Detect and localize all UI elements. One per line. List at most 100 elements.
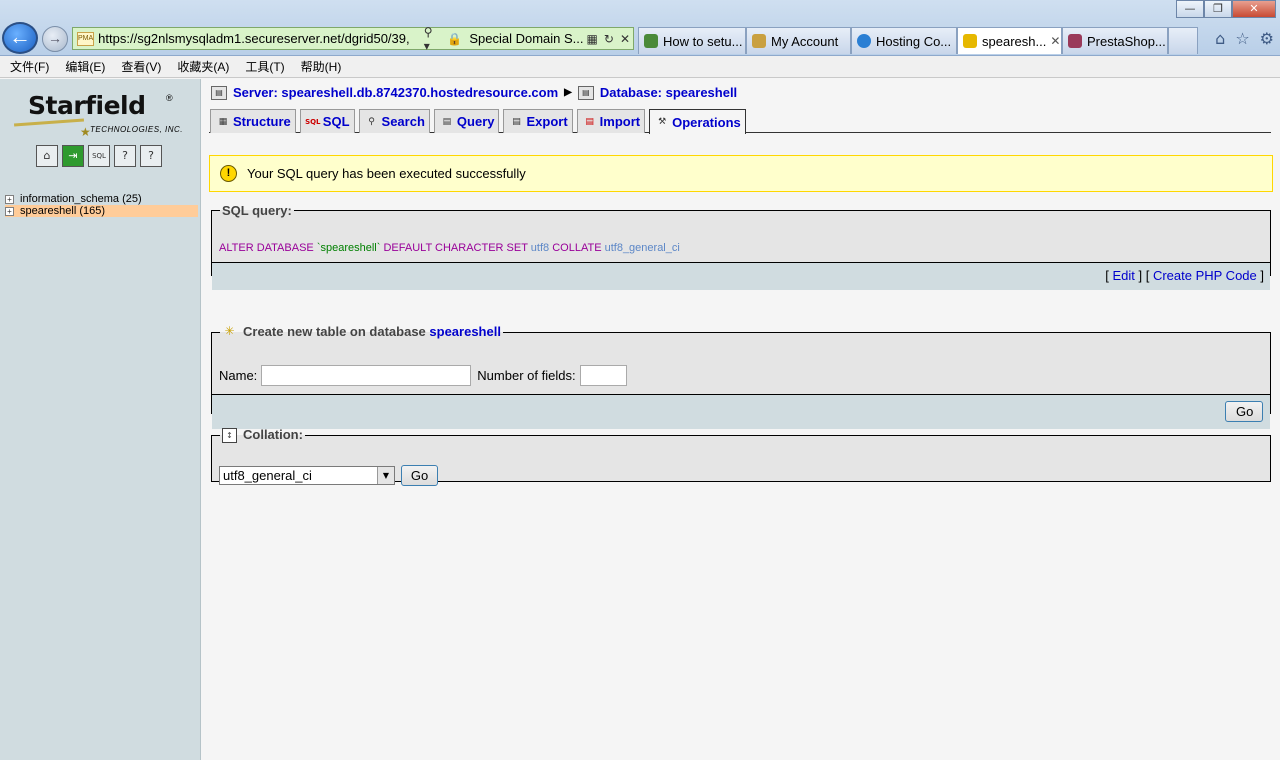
tab-structure[interactable]: ▦ Structure — [210, 109, 296, 133]
tab-label: PrestaShop... — [1087, 33, 1166, 49]
menu-help[interactable]: 帮助(H) — [301, 58, 342, 75]
database-list: + information_schema (25) + speareshell … — [5, 193, 198, 217]
collation-go-button[interactable]: Go — [401, 465, 438, 487]
database-label[interactable]: information_schema (25) — [20, 193, 142, 205]
tab-search[interactable]: ⚲ Search — [358, 109, 430, 133]
sql-query-legend: SQL query: — [222, 203, 292, 218]
expand-icon[interactable]: + — [5, 194, 14, 204]
page-icon — [644, 34, 658, 48]
main-content-frame: ▤ Server: speareshell.db.8742370.hostedr… — [201, 79, 1280, 760]
address-url[interactable]: https://sg2nlsmysqladm1.secureserver.net… — [98, 31, 421, 46]
close-tab-icon[interactable]: ✕ — [1050, 34, 1060, 48]
lock-icon[interactable]: 🔒 — [444, 32, 465, 46]
browser-tab-prestashop[interactable]: PrestaShop... — [1062, 27, 1168, 54]
home-icon[interactable]: ⌂ — [1215, 29, 1225, 48]
breadcrumb-database[interactable]: Database: speareshell — [600, 85, 737, 100]
fields-label: Number of fields: — [477, 368, 576, 384]
create-table-db-link[interactable]: speareshell — [429, 324, 501, 339]
number-of-fields-input[interactable] — [579, 365, 627, 387]
new-tab-button[interactable] — [1168, 27, 1198, 54]
tab-import[interactable]: ▤ Import — [576, 109, 646, 133]
tools-gear-icon[interactable]: ⚙ — [1260, 29, 1274, 48]
exit-icon[interactable]: ⇥ — [62, 145, 84, 167]
starfield-logo[interactable]: Starfield ® ★ TECHNOLOGIES, INC. — [13, 91, 184, 139]
tab-label: SQL — [322, 114, 350, 129]
collation-fieldset: ↕ Collation: utf8_general_ci ▼ Go — [211, 427, 1271, 487]
sql-query-actions: [ Edit ] [ Create PHP Code ] — [212, 262, 1270, 290]
address-bar[interactable]: PMA https://sg2nlsmysqladm1.secureserver… — [72, 25, 634, 53]
list-item[interactable]: + information_schema (25) — [5, 193, 198, 205]
nav-icon-row: ⌂ ⇥ SQL ? ? — [36, 145, 162, 167]
chevron-down-icon[interactable]: ▼ — [377, 467, 394, 485]
stop-icon[interactable]: ✕ — [617, 32, 633, 46]
menu-edit[interactable]: 编辑(E) — [65, 58, 105, 75]
breadcrumb-server[interactable]: Server: speareshell.db.8742370.hostedres… — [233, 85, 558, 100]
create-table-fieldset: ✳ Create new table on database speareshel… — [211, 324, 1271, 430]
restore-button[interactable]: ❐ — [1204, 0, 1232, 18]
notice-text: Your SQL query has been executed success… — [247, 166, 526, 181]
docs-icon[interactable]: ? — [140, 145, 162, 167]
logo-subtitle: TECHNOLOGIES, INC. — [90, 125, 184, 134]
security-site-label[interactable]: Special Domain S... — [465, 31, 583, 46]
browser-tab-how-to[interactable]: How to setu... — [638, 27, 746, 54]
list-item[interactable]: + speareshell (165) — [5, 205, 198, 217]
refresh-icon[interactable]: ↻ — [601, 32, 617, 46]
menu-view[interactable]: 查看(V) — [121, 58, 161, 75]
sql-keyword: COLLATE — [552, 242, 602, 254]
import-icon: ▤ — [585, 116, 594, 127]
forward-button[interactable]: → — [42, 26, 68, 52]
tab-operations[interactable]: ⚒ Operations — [649, 109, 746, 134]
menu-favorites[interactable]: 收藏夹(A) — [177, 58, 229, 75]
browser-tabs: How to setu... My Account Hosting Co... … — [638, 27, 1198, 54]
structure-icon: ▦ — [218, 116, 228, 127]
browser-tab-hosting[interactable]: Hosting Co... — [851, 27, 957, 54]
home-icon[interactable]: ⌂ — [36, 145, 58, 167]
query-docs-icon[interactable]: ? — [114, 145, 136, 167]
page-icon — [752, 34, 766, 48]
tab-label: How to setu... — [663, 33, 743, 49]
tab-query[interactable]: ▤ Query — [433, 109, 500, 133]
name-label: Name: — [219, 368, 258, 384]
minimize-button[interactable]: — — [1176, 0, 1204, 18]
expand-icon[interactable]: + — [5, 206, 14, 216]
tab-label: Operations — [672, 114, 741, 130]
browser-tab-my-account[interactable]: My Account — [746, 27, 851, 54]
sql-query-text: ALTER DATABASE `speareshell` DEFAULT CHA… — [219, 242, 680, 254]
sql-window-icon[interactable]: SQL — [88, 145, 110, 167]
menu-tools[interactable]: 工具(T) — [245, 58, 284, 75]
create-php-code-link[interactable]: Create PHP Code — [1153, 268, 1257, 283]
sql-collation: utf8_general_ci — [604, 242, 680, 254]
menu-bar: 文件(F) 编辑(E) 查看(V) 收藏夹(A) 工具(T) 帮助(H) — [0, 56, 1280, 78]
tab-label: Query — [456, 114, 495, 129]
tab-label: Structure — [233, 114, 291, 129]
logo-registered-mark: ® — [166, 93, 173, 103]
compat-view-icon[interactable]: ▦ — [584, 32, 601, 46]
browser-tab-speareshell[interactable]: spearesh... ✕ — [957, 27, 1062, 54]
back-button[interactable]: ← — [2, 22, 38, 54]
create-table-go-button[interactable]: Go — [1225, 401, 1263, 423]
sql-icon: SQL — [305, 117, 321, 126]
database-icon: ▤ — [577, 85, 594, 100]
collation-select[interactable]: utf8_general_ci ▼ — [219, 466, 395, 486]
tab-label: Export — [526, 114, 568, 129]
pma-favicon-icon: PMA — [77, 31, 95, 46]
database-label[interactable]: speareshell (165) — [20, 205, 105, 217]
pma-icon — [963, 34, 977, 48]
search-dropdown-icon[interactable]: ⚲ ▾ — [421, 25, 445, 53]
tab-label: Import — [599, 114, 641, 129]
server-icon: ▤ — [211, 85, 227, 100]
close-window-button[interactable]: ✕ — [1232, 0, 1276, 18]
edit-link[interactable]: Edit — [1112, 268, 1134, 283]
new-table-icon: ✳ — [224, 324, 235, 339]
table-name-input[interactable] — [261, 365, 472, 387]
success-notice: ! Your SQL query has been executed succe… — [209, 155, 1273, 192]
collation-legend: ↕ Collation: — [220, 427, 305, 444]
tab-bar: ▦ Structure SQL SQL ⚲ Search ▤ Query ▤ E… — [209, 109, 1271, 134]
menu-file[interactable]: 文件(F) — [10, 58, 49, 75]
query-icon: ▤ — [442, 116, 452, 127]
tab-label: Hosting Co... — [876, 33, 952, 49]
create-table-legend: ✳ Create new table on database speareshel… — [220, 324, 503, 340]
favorites-star-icon[interactable]: ☆ — [1235, 29, 1249, 48]
tab-export[interactable]: ▤ Export — [503, 109, 573, 133]
tab-sql[interactable]: SQL SQL — [299, 109, 355, 133]
